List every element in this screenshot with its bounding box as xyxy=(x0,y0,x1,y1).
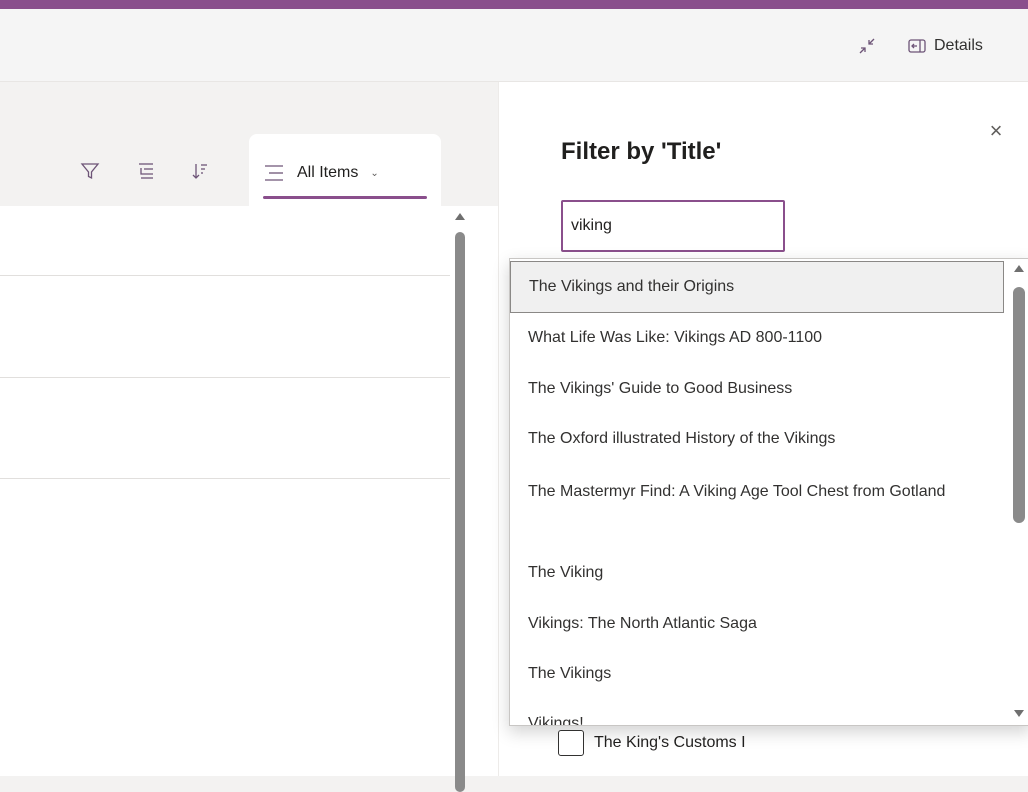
suggestion-item[interactable]: What Life Was Like: Vikings AD 800-1100 xyxy=(510,325,1004,351)
view-options-icon xyxy=(265,165,283,181)
details-button[interactable]: Details xyxy=(908,33,983,59)
filter-search-input[interactable] xyxy=(561,200,785,252)
scroll-up-icon[interactable] xyxy=(455,213,465,220)
collapse-arrows-icon[interactable] xyxy=(856,35,878,57)
chevron-down-icon: ⌄ xyxy=(370,167,379,179)
details-pane-icon xyxy=(908,39,926,53)
suggestion-item[interactable]: The Mastermyr Find: A Viking Age Tool Ch… xyxy=(510,479,1004,505)
suggestion-item[interactable]: Vikings! xyxy=(510,711,1004,725)
view-active-underline xyxy=(263,196,427,199)
view-selector-button[interactable]: All Items ⌄ xyxy=(263,154,431,192)
close-icon[interactable]: × xyxy=(983,118,1009,144)
row-divider xyxy=(0,275,450,276)
top-toolbar: Details xyxy=(0,9,1028,82)
suggestion-item[interactable]: The Vikings and their Origins xyxy=(510,261,1004,313)
suggestion-item[interactable]: The Oxford illustrated History of the Vi… xyxy=(510,426,1004,452)
suggestion-item[interactable]: The Vikings xyxy=(510,661,1004,687)
list-scrollbar[interactable] xyxy=(453,210,467,792)
suggestion-scrollbar[interactable] xyxy=(1010,259,1028,725)
list-content: All Items ⌄ xyxy=(0,82,498,792)
suggestion-item[interactable]: Vikings: The North Atlantic Saga xyxy=(510,611,1004,637)
scrollbar-thumb[interactable] xyxy=(455,232,465,792)
scroll-down-icon[interactable] xyxy=(1014,710,1024,717)
suggestion-dropdown: The Vikings and their Origins What Life … xyxy=(509,258,1028,726)
row-divider xyxy=(0,478,450,479)
view-tab: All Items ⌄ xyxy=(249,134,441,206)
sort-icon[interactable] xyxy=(188,159,212,183)
view-label: All Items xyxy=(297,164,359,181)
group-by-icon[interactable] xyxy=(134,159,158,183)
filter-option-label: The King's Customs I xyxy=(594,734,746,751)
scrollbar-thumb[interactable] xyxy=(1013,287,1025,523)
suggestion-item[interactable]: The Vikings' Guide to Good Business xyxy=(510,376,1004,402)
details-label: Details xyxy=(934,37,983,54)
accent-bar xyxy=(0,0,1028,9)
panel-title: Filter by 'Title' xyxy=(561,138,722,165)
row-divider xyxy=(0,377,450,378)
filter-checkbox[interactable] xyxy=(558,730,584,756)
filter-icon[interactable] xyxy=(78,159,102,183)
filter-option-row[interactable]: The King's Customs I xyxy=(558,730,746,756)
suggestion-item[interactable]: The Viking xyxy=(510,560,1004,586)
scroll-up-icon[interactable] xyxy=(1014,265,1024,272)
